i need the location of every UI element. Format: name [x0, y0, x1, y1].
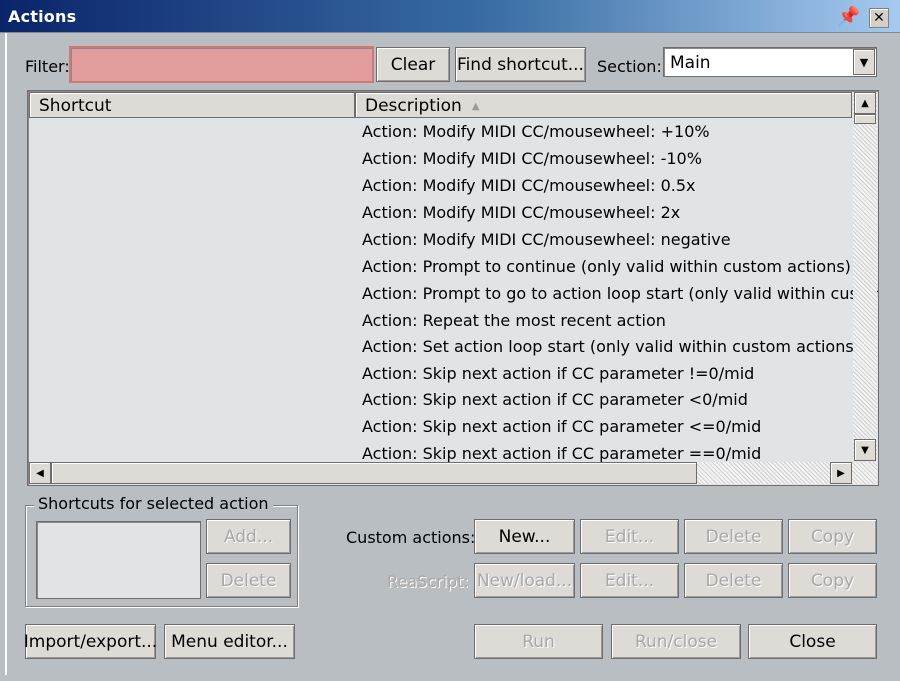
section-selected-value: Main: [670, 53, 711, 73]
add-shortcut-button[interactable]: Add...: [206, 519, 291, 554]
table-row[interactable]: Action: Modify MIDI CC/mousewheel: negat…: [362, 226, 731, 253]
run-button[interactable]: Run: [474, 624, 603, 659]
scroll-left-icon[interactable]: ◀: [29, 462, 51, 484]
row-description: Action: Skip next action if CC parameter…: [362, 364, 755, 383]
column-header-description[interactable]: Description ▲: [355, 92, 852, 118]
new-load-reascript-button[interactable]: New/load...: [474, 563, 575, 598]
copy-reascript-button[interactable]: Copy: [788, 563, 877, 598]
table-row[interactable]: Action: Modify MIDI CC/mousewheel: +10%: [362, 118, 710, 145]
table-row[interactable]: Action: Prompt to continue (only valid w…: [362, 253, 851, 280]
run-close-button[interactable]: Run/close: [611, 624, 741, 659]
custom-actions-label: Custom actions:: [346, 528, 476, 547]
row-description: Action: Modify MIDI CC/mousewheel: +10%: [362, 122, 710, 141]
delete-shortcut-button[interactable]: Delete: [206, 563, 291, 598]
table-row[interactable]: Action: Modify MIDI CC/mousewheel: 2x: [362, 199, 680, 226]
edit-custom-action-button[interactable]: Edit...: [580, 519, 679, 554]
horizontal-scroll-thumb[interactable]: [51, 462, 697, 484]
close-icon[interactable]: ✕: [869, 8, 889, 28]
pin-icon[interactable]: 📌: [838, 8, 860, 26]
table-row[interactable]: Action: Repeat the most recent action: [362, 307, 666, 334]
row-description: Action: Skip next action if CC parameter…: [362, 417, 762, 436]
section-select[interactable]: Main ▼: [663, 47, 877, 77]
filter-label: Filter:: [25, 57, 70, 76]
close-button[interactable]: Close: [748, 624, 877, 659]
scroll-up-icon[interactable]: ▲: [854, 92, 876, 114]
delete-reascript-button[interactable]: Delete: [684, 563, 783, 598]
shortcuts-list[interactable]: [36, 521, 201, 599]
delete-custom-action-button[interactable]: Delete: [684, 519, 783, 554]
chevron-down-icon[interactable]: ▼: [853, 49, 875, 75]
table-row[interactable]: Action: Prompt to go to action loop star…: [362, 280, 879, 307]
clear-button[interactable]: Clear: [376, 47, 450, 82]
scroll-right-icon[interactable]: ▶: [830, 462, 852, 484]
table-row[interactable]: Action: Skip next action if CC parameter…: [362, 413, 761, 440]
row-description: Action: Prompt to continue (only valid w…: [362, 257, 851, 276]
column-header-shortcut-label: Shortcut: [39, 96, 112, 116]
column-header-description-label: Description: [365, 96, 462, 116]
table-row[interactable]: Action: Modify MIDI CC/mousewheel: -10%: [362, 145, 702, 172]
edit-reascript-button[interactable]: Edit...: [580, 563, 679, 598]
reascript-label: ReaScript:: [387, 572, 469, 591]
row-description: Action: Skip next action if CC parameter…: [362, 390, 748, 409]
table-row[interactable]: Action: Modify MIDI CC/mousewheel: 0.5x: [362, 172, 696, 199]
row-description: Action: Prompt to go to action loop star…: [362, 284, 879, 303]
row-description: Action: Modify MIDI CC/mousewheel: negat…: [362, 230, 731, 249]
table-row[interactable]: Action: Set action loop start (only vali…: [362, 333, 860, 360]
actions-list[interactable]: Shortcut Description ▲ Action: Modify MID…: [27, 90, 879, 486]
row-description: Action: Set action loop start (only vali…: [362, 337, 860, 356]
copy-custom-action-button[interactable]: Copy: [788, 519, 877, 554]
column-header-shortcut[interactable]: Shortcut: [29, 92, 355, 118]
import-export-button[interactable]: Import/export...: [24, 624, 157, 659]
row-description: Action: Skip next action if CC parameter…: [362, 444, 762, 463]
horizontal-scrollbar[interactable]: ◀ ▶: [29, 462, 877, 484]
new-custom-action-button[interactable]: New...: [474, 519, 575, 554]
row-description: Action: Modify MIDI CC/mousewheel: 2x: [362, 203, 681, 222]
actions-dialog: Filter: Clear Find shortcut... Section: …: [5, 33, 895, 675]
shortcuts-group-title: Shortcuts for selected action: [34, 494, 273, 513]
table-row[interactable]: Action: Skip next action if CC parameter…: [362, 386, 748, 413]
row-description: Action: Modify MIDI CC/mousewheel: 0.5x: [362, 176, 696, 195]
find-shortcut-button[interactable]: Find shortcut...: [455, 47, 586, 82]
title-bar[interactable]: Actions 📌 ✕: [0, 0, 900, 33]
row-description: Action: Modify MIDI CC/mousewheel: -10%: [362, 149, 702, 168]
row-description: Action: Repeat the most recent action: [362, 311, 666, 330]
sort-ascending-icon: ▲: [471, 101, 480, 112]
filter-input[interactable]: [69, 46, 374, 83]
vertical-scrollbar[interactable]: ▲ ▼: [853, 92, 877, 461]
vertical-scroll-thumb[interactable]: [854, 114, 876, 124]
window-title: Actions: [8, 7, 77, 26]
menu-editor-button[interactable]: Menu editor...: [164, 624, 295, 659]
table-row[interactable]: Action: Skip next action if CC parameter…: [362, 360, 754, 387]
section-label: Section:: [597, 57, 662, 76]
scroll-down-icon[interactable]: ▼: [854, 439, 876, 461]
